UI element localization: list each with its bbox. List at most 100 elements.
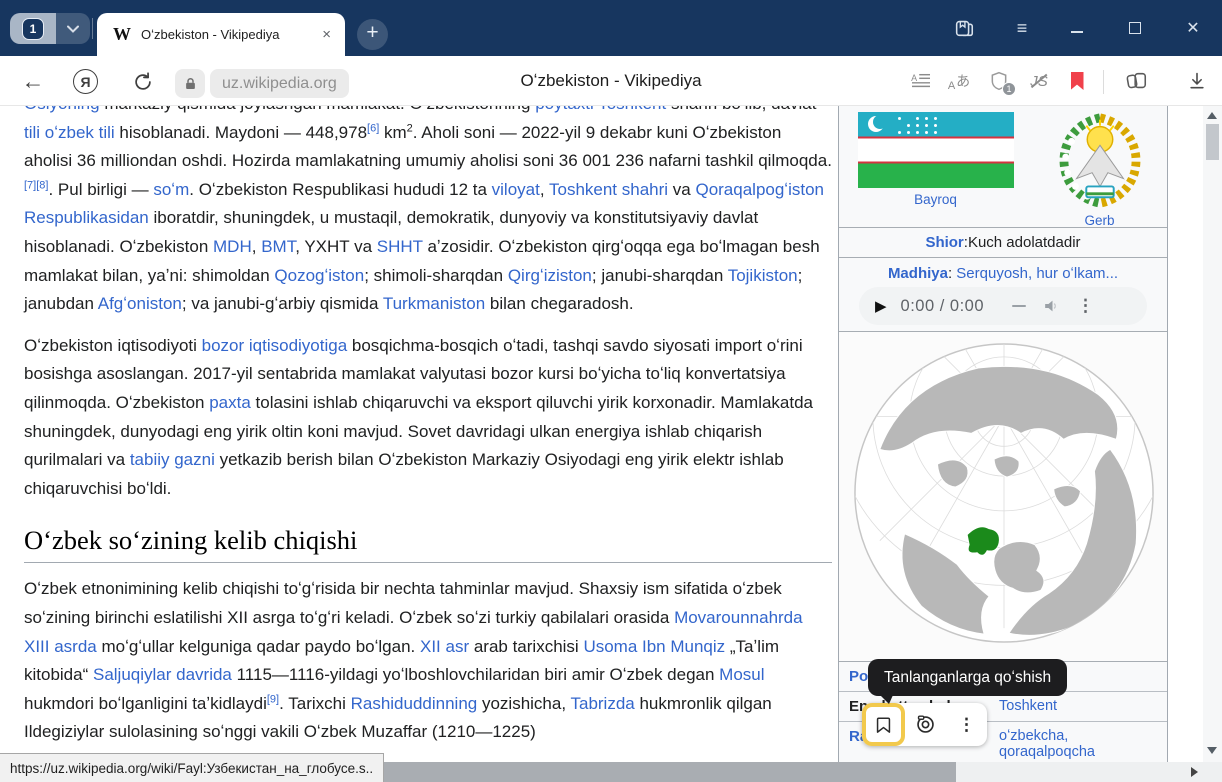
anthem-title-link[interactable]: Serquyosh, hur oʻlkam... <box>956 265 1118 282</box>
side-panel-icon[interactable] <box>949 13 979 43</box>
collections-button[interactable] <box>1124 68 1150 94</box>
motto-label-link[interactable]: Shior <box>925 234 963 251</box>
minimize-button[interactable] <box>1062 13 1092 43</box>
wiki-link[interactable]: soʻm <box>153 180 189 199</box>
anthem-row: Madhiya: Serquyosh, hur oʻlkam... ▶ 0:00… <box>839 258 1167 332</box>
row-value-link[interactable]: Toshkent <box>991 692 1167 721</box>
wiki-link[interactable]: [7][8] <box>24 179 48 191</box>
browser-titlebar: 1 W Oʻzbekiston - Vikipediya × + ≡ <box>0 0 1222 56</box>
volume-slider[interactable] <box>1012 305 1026 308</box>
wiki-link[interactable]: [9] <box>267 693 279 705</box>
volume-button[interactable] <box>1042 298 1059 314</box>
motto-row: Shior: Kuch adolatdadir <box>839 228 1167 258</box>
tab-group-chevron[interactable] <box>56 13 90 44</box>
wiki-link[interactable]: Toshkent shahri <box>549 180 668 199</box>
globe-map-image[interactable] <box>850 340 1158 648</box>
wiki-link[interactable]: Afgʻoniston <box>98 294 182 313</box>
reader-mode-button[interactable]: A <box>908 68 934 94</box>
wiki-link[interactable]: Usoma Ibn Munqiz <box>583 637 725 656</box>
flag-caption-link[interactable]: Bayroq <box>914 192 957 207</box>
image-more-button[interactable]: ⋮ <box>946 703 987 746</box>
lock-icon <box>183 76 198 92</box>
wiki-link[interactable]: Saljuqiylar davrida <box>93 665 232 684</box>
speaker-icon <box>1042 298 1059 314</box>
translate-button[interactable]: Aあ <box>946 68 972 94</box>
article-paragraph: Oʻzbekiston iqtisodiyoti bozor iqtisodiy… <box>24 332 832 504</box>
titlebar-divider <box>92 18 93 39</box>
scroll-up-arrow[interactable] <box>1207 112 1217 119</box>
anthem-label-link[interactable]: Madhiya <box>888 265 948 282</box>
status-url-popup: https://uz.wikipedia.org/wiki/Fayl:Узбек… <box>0 753 384 782</box>
wiki-link[interactable]: Osiyoning <box>24 106 100 113</box>
wiki-link[interactable]: BMT <box>261 237 295 256</box>
scroll-right-arrow[interactable] <box>1191 767 1198 777</box>
wiki-link[interactable]: tabiiy gazni <box>130 450 215 469</box>
bookmarks-panel-icon <box>953 17 975 39</box>
svg-text:A: A <box>911 73 917 83</box>
wiki-link[interactable]: tili oʻzbek tili <box>24 123 115 142</box>
tab-title: Oʻzbekiston - Vikipediya <box>141 27 313 42</box>
wiki-link[interactable]: bozor iqtisodiyotiga <box>202 336 348 355</box>
vertical-scroll-thumb[interactable] <box>1206 124 1219 160</box>
wiki-link[interactable]: XII asr <box>420 637 469 656</box>
reload-button[interactable] <box>129 68 156 95</box>
wiki-link[interactable]: poytaxti Toshkent <box>535 106 666 113</box>
wiki-link[interactable]: viloyat <box>492 180 540 199</box>
wiki-link[interactable]: Qozogʻiston <box>274 266 364 285</box>
add-to-collection-button[interactable] <box>862 703 905 746</box>
new-tab-button[interactable]: + <box>357 19 388 50</box>
wiki-link[interactable]: paxta <box>209 393 251 412</box>
close-button[interactable]: ✕ <box>1178 13 1208 43</box>
flag-stars <box>898 117 901 120</box>
location-map-cell <box>839 332 1167 662</box>
scroll-down-arrow[interactable] <box>1207 747 1217 754</box>
address-bar[interactable]: uz.wikipedia.org <box>210 69 349 98</box>
article-body: Osiyoning markaziy qismida joylashgan ma… <box>24 106 832 760</box>
maximize-button[interactable] <box>1120 13 1150 43</box>
emblem-caption-link[interactable]: Gerb <box>1084 213 1114 228</box>
wiki-link[interactable]: Tojikiston <box>728 266 798 285</box>
shield-counter-badge: 1 <box>1002 82 1016 96</box>
protect-shield-button[interactable]: 1 <box>986 68 1012 94</box>
wiki-link[interactable]: [6] <box>367 122 379 134</box>
downloads-button[interactable] <box>1184 68 1210 94</box>
javascript-toggle-button[interactable]: JS <box>1026 68 1052 94</box>
row-value-link[interactable]: oʻzbekcha, qoraqalpoqcha <box>991 722 1141 762</box>
bookmark-page-button[interactable] <box>1064 68 1090 94</box>
vertical-scrollbar[interactable] <box>1203 106 1222 762</box>
window-controls: ≡ ✕ <box>949 0 1222 56</box>
tab-group-badge-wrap[interactable]: 1 <box>10 13 56 44</box>
wiki-link[interactable]: Turkmaniston <box>383 294 485 313</box>
tab-group-button[interactable]: 1 <box>10 13 90 44</box>
wiki-link[interactable]: Tabrizda <box>570 694 634 713</box>
image-action-bar: ⋮ <box>862 703 987 746</box>
motto-text: Kuch adolatdadir <box>968 234 1081 251</box>
download-icon <box>1187 71 1207 91</box>
tooltip-text: Tanlanganlarga qoʻshish <box>884 669 1051 687</box>
toolbar-divider <box>1103 70 1104 94</box>
wiki-link[interactable]: Qirgʻiziston <box>508 266 592 285</box>
site-security-button[interactable] <box>175 69 205 98</box>
menu-icon[interactable]: ≡ <box>1007 13 1037 43</box>
section-heading: Oʻzbek soʻzining kelib chiqishi <box>24 525 832 563</box>
chevron-down-icon <box>67 25 79 33</box>
yandex-home-button[interactable]: Я <box>73 69 98 94</box>
player-menu-icon[interactable]: ⋮ <box>1077 296 1094 316</box>
wiki-link[interactable]: Mosul <box>719 665 764 684</box>
visual-search-icon <box>915 714 936 735</box>
wiki-link[interactable]: MDH <box>213 237 252 256</box>
wiki-link[interactable]: Rashiduddinning <box>351 694 478 713</box>
article-paragraph: Osiyoning markaziy qismida joylashgan ma… <box>24 106 832 319</box>
uzbekistan-flag-image[interactable] <box>858 112 1014 188</box>
bookmark-outline-icon <box>874 715 893 735</box>
uzbekistan-emblem-image[interactable] <box>1051 109 1149 209</box>
tab-close-icon[interactable]: × <box>318 24 335 45</box>
back-button[interactable]: ← <box>18 66 48 96</box>
reload-icon <box>132 71 154 93</box>
visual-search-button[interactable] <box>905 703 946 746</box>
wiki-link[interactable]: SHHT <box>377 237 423 256</box>
wikipedia-favicon-icon: W <box>113 24 131 45</box>
play-icon[interactable]: ▶ <box>875 297 887 315</box>
audio-player[interactable]: ▶ 0:00 / 0:00 ⋮ <box>859 287 1147 325</box>
browser-tab-active[interactable]: W Oʻzbekiston - Vikipediya × <box>97 13 345 56</box>
